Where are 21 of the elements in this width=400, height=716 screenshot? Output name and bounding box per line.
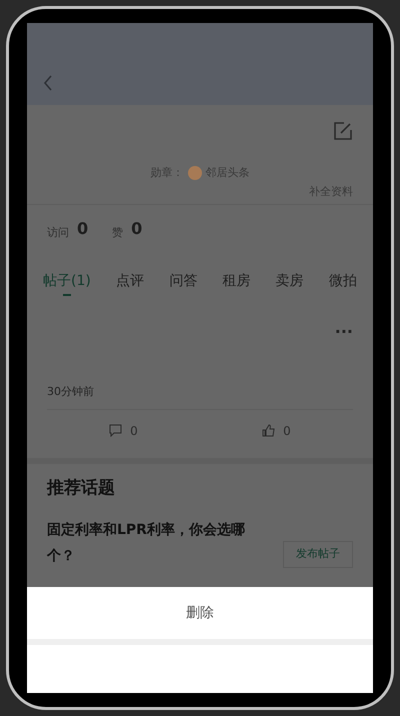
stat-label: 赞 [112,224,124,240]
thumbs-up-icon[interactable] [262,424,276,437]
stat-value: 0 [131,218,142,240]
back-icon[interactable] [43,75,53,91]
stat-value: 0 [77,218,88,240]
edit-icon[interactable] [333,121,353,141]
comment-count: 0 [130,422,138,440]
like-count: 0 [283,422,291,440]
topic-title[interactable]: 固定利率和LPR利率，你会选哪个？ [47,517,267,569]
stat-label: 访问 [47,224,69,240]
post-time: 30分钟前 [46,384,95,400]
tab[interactable]: 帖子(1) [43,271,91,300]
tab[interactable]: 卖房 [276,271,304,300]
tab[interactable]: 问答 [169,271,198,300]
section-title: 推荐话题 [47,476,116,500]
tab[interactable]: 点评 [116,271,144,300]
comment-icon[interactable] [109,424,122,437]
tab[interactable]: 微拍 [328,271,357,300]
more-menu[interactable]: ··· [334,320,353,344]
publish-post-button[interactable]: 发布帖子 [283,541,353,568]
tab[interactable]: 租房 [222,271,250,300]
